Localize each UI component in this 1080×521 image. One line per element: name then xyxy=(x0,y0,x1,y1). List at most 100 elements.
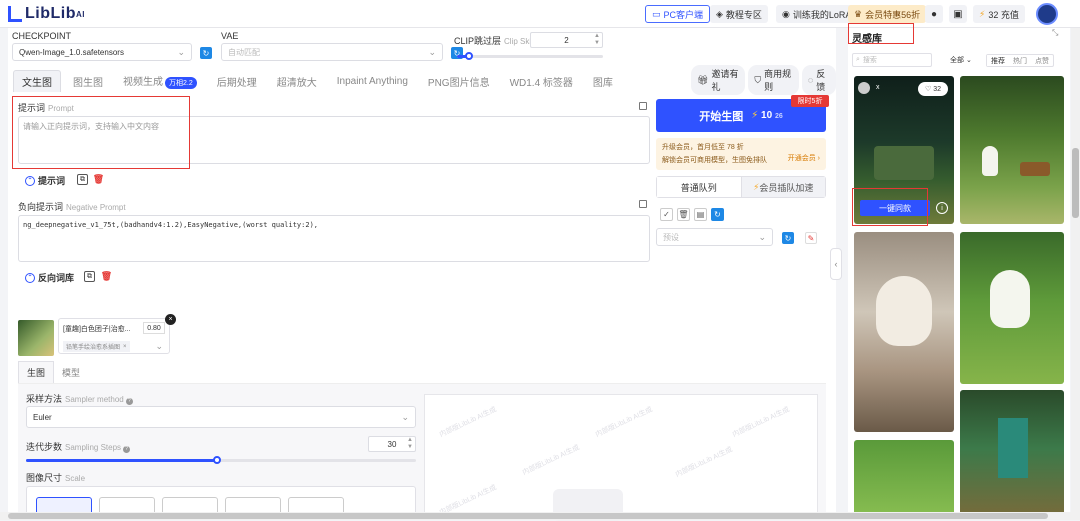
watermark: 内部版LibLib AI生成 xyxy=(521,444,581,477)
trash-prompt-icon[interactable]: 🗑︎ xyxy=(93,174,104,185)
refresh-preset-icon[interactable]: ↻ xyxy=(782,232,794,244)
feedback-button[interactable]: ◌ 反馈 xyxy=(801,65,836,95)
info-icon[interactable]: i xyxy=(936,202,948,214)
trash-icon[interactable]: 🗑︎ xyxy=(677,208,690,221)
clip-skip-slider[interactable] xyxy=(457,52,603,60)
tab-8[interactable]: 图库 xyxy=(585,71,621,92)
remove-lora-icon[interactable]: × xyxy=(165,314,176,325)
chevron-up-icon: ⌃ xyxy=(25,175,35,186)
steps-stepper[interactable]: 30 ▲ ▼ xyxy=(368,436,416,452)
vae-select[interactable]: 自动匹配 ⌄ xyxy=(221,43,443,61)
subtab-1[interactable]: 模型 xyxy=(54,362,88,383)
vip-offer-button[interactable]: ♛ 会员特惠56折 xyxy=(848,5,927,23)
negative-prompt-input[interactable]: ng_deepnegative_v1_75t,(badhandv4:1.2),E… xyxy=(18,215,650,262)
lora-weight-input[interactable]: 0.80 xyxy=(143,322,165,334)
slider-knob[interactable] xyxy=(213,456,222,464)
horizontal-scrollbar[interactable] xyxy=(0,512,1071,520)
edit-preset-icon[interactable]: ✎ xyxy=(805,232,817,244)
invite-button[interactable]: 🎁︎ 邀请有礼 xyxy=(691,65,746,95)
stepper-arrows-icon: ▲ ▼ xyxy=(594,33,600,46)
chevron-down-icon: ⌄ xyxy=(758,231,766,242)
expand-negative-icon[interactable] xyxy=(639,200,647,208)
check-icon[interactable]: ✓ xyxy=(660,208,673,221)
like-badge[interactable]: ♡ 32 xyxy=(918,82,948,96)
help-icon[interactable]: ? xyxy=(125,398,133,405)
function-tabs: 文生图 图生图 视频生成 万相2.2 后期处理 超清放大 Inpaint Anything P… xyxy=(13,70,625,92)
lora-trigger-tag[interactable]: 铅笔手绘治愈系插图 × xyxy=(63,341,130,352)
course-button[interactable]: ◈ 教程专区 xyxy=(710,5,768,23)
preset-select[interactable]: 预设 ⌄ xyxy=(656,228,773,246)
subtab-0[interactable]: 生图 xyxy=(18,361,55,383)
tab-5[interactable]: Inpaint Anything xyxy=(329,73,416,90)
gift-icon: 🎁︎ xyxy=(697,74,709,85)
expand-prompt-icon[interactable] xyxy=(639,102,647,110)
inspiration-image-6[interactable] xyxy=(960,390,1064,520)
generate-toolbar: ✓ 🗑︎ ▤ ↻ xyxy=(660,208,724,222)
inspiration-image-4[interactable] xyxy=(960,232,1064,384)
scrollbar-thumb[interactable] xyxy=(1072,148,1079,218)
sort-hot[interactable]: 热门 xyxy=(1009,55,1031,66)
recharge-button[interactable]: ⚡ 32 充值 xyxy=(973,5,1025,23)
slider-knob[interactable] xyxy=(464,52,473,60)
category-filter[interactable]: 全部 ⌄ xyxy=(950,55,972,65)
chevron-down-icon: ⌄ xyxy=(401,411,409,422)
tag-close-icon[interactable]: × xyxy=(123,344,127,350)
inspiration-image-5[interactable] xyxy=(854,440,954,520)
stepper-arrows-icon: ▲ ▼ xyxy=(407,437,413,450)
user-avatar[interactable] xyxy=(1036,3,1058,25)
chevron-down-icon[interactable]: ⌄ xyxy=(155,341,163,352)
negative-prompt-label: 负向提示词 Negative Prompt xyxy=(18,202,126,212)
inspiration-image-3[interactable] xyxy=(854,232,954,432)
message-icon[interactable]: ● xyxy=(925,5,943,23)
sort-likes[interactable]: 点赞 xyxy=(1031,55,1053,66)
refresh-icon[interactable]: ↻ xyxy=(711,208,724,221)
main-panel: CHECKPOINT Qwen-Image_1.0.safetensors ⌄ … xyxy=(8,28,836,521)
watermark: 内部版LibLib AI生成 xyxy=(594,406,654,439)
header-links: 🎁︎ 邀请有礼 ⛉ 商用规则 ◌ 反馈 xyxy=(691,65,836,95)
lora-card[interactable]: [童趣]白色团子|治愈... 0.80 铅笔手绘治愈系插图 × ⌄ xyxy=(58,318,170,354)
liblib-logo[interactable]: LibLib AI xyxy=(8,4,85,24)
negative-library-button[interactable]: ⌃ 反向词库 xyxy=(25,271,74,284)
vertical-scrollbar[interactable] xyxy=(1071,28,1080,520)
prompt-highlight-box xyxy=(12,96,190,169)
tab-3[interactable]: 后期处理 xyxy=(209,71,265,92)
collapse-side-panel-button[interactable]: ‹ xyxy=(830,248,842,280)
inspiration-image-2[interactable] xyxy=(960,76,1064,224)
tab-6[interactable]: PNG图片信息 xyxy=(420,71,498,92)
tab-2[interactable]: 视频生成 万相2.2 xyxy=(115,70,205,92)
checkpoint-label: CHECKPOINT xyxy=(12,31,72,41)
collapse-icon[interactable]: ⤡ xyxy=(1052,28,1058,38)
steps-label: 迭代步数 Sampling Steps? xyxy=(26,440,131,453)
vae-label: VAE xyxy=(221,31,239,41)
document-icon[interactable]: ▣ xyxy=(949,5,967,23)
prompt-library-button[interactable]: ⌃ 提示词 xyxy=(25,174,65,187)
new-feature-badge: 万相2.2 xyxy=(165,77,197,89)
normal-queue-tab[interactable]: 普通队列 xyxy=(657,177,742,197)
trash-negative-icon[interactable]: 🗑︎ xyxy=(101,271,112,282)
clip-skip-stepper[interactable]: 2 ▲ ▼ xyxy=(530,32,603,48)
scrollbar-thumb[interactable] xyxy=(8,513,1048,519)
help-icon[interactable]: ? xyxy=(123,446,131,453)
sampler-select[interactable]: Euler ⌄ xyxy=(26,406,416,428)
sort-recommended[interactable]: 推荐 xyxy=(987,55,1009,66)
inspiration-search-input[interactable]: ⌕ 搜索 xyxy=(852,53,932,67)
tab-1[interactable]: 图生图 xyxy=(65,71,111,92)
vip-queue-tab[interactable]: ⚡ 会员插队加速 xyxy=(741,177,825,197)
white-creature-shape xyxy=(990,270,1030,328)
tab-7[interactable]: WD1.4 标签器 xyxy=(502,71,581,92)
copy-negative-icon[interactable]: ⧉ xyxy=(84,271,95,282)
train-lora-button[interactable]: ◉ 训练我的LoRA xyxy=(776,5,858,23)
tab-0[interactable]: 文生图 xyxy=(13,70,61,92)
vip-upgrade-card[interactable]: 升级会员，首月低至 78 折 解锁会员可商用模型，生图免排队 开通会员 › xyxy=(656,138,826,170)
open-vip-link[interactable]: 开通会员 › xyxy=(788,153,820,163)
clipboard-icon[interactable]: ▤ xyxy=(694,208,707,221)
pc-client-button[interactable]: ▭ PC客户端 xyxy=(645,5,711,23)
lora-thumbnail[interactable] xyxy=(18,320,54,356)
tab-4[interactable]: 超清放大 xyxy=(269,71,325,92)
checkpoint-select[interactable]: Qwen-Image_1.0.safetensors ⌄ xyxy=(12,43,192,61)
copy-prompt-icon[interactable]: ⧉ xyxy=(77,174,88,185)
refresh-checkpoint-icon[interactable]: ↻ xyxy=(200,47,212,59)
slider-fill xyxy=(26,459,218,462)
commercial-rules-button[interactable]: ⛉ 商用规则 xyxy=(748,65,799,95)
steps-slider[interactable] xyxy=(26,456,416,464)
